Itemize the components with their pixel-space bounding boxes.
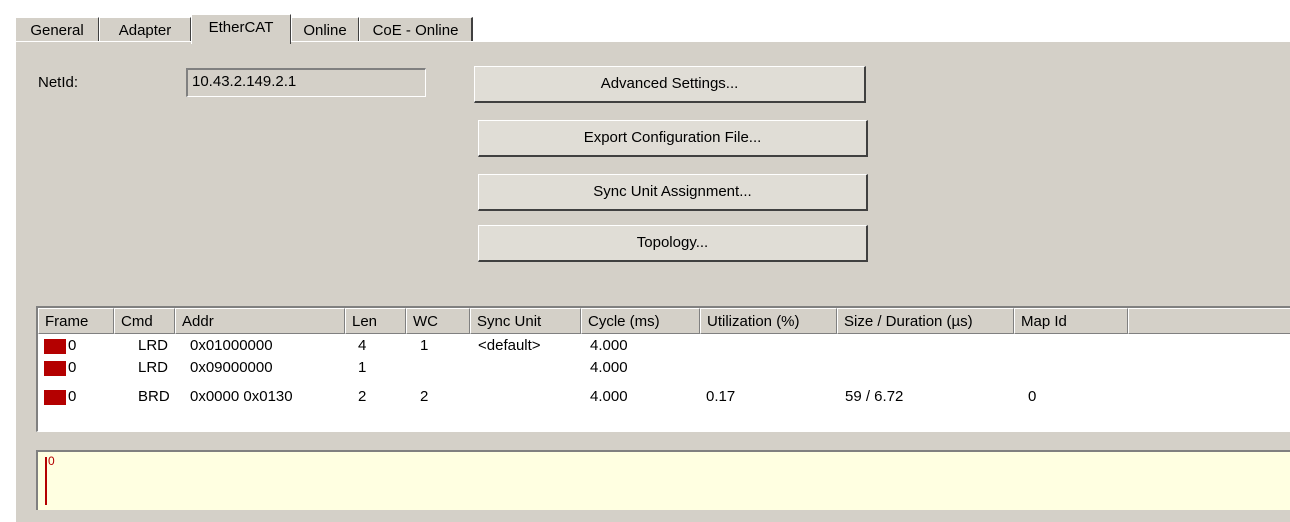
cell-len: 4 [358, 337, 367, 354]
cell-frame: 0 [68, 388, 77, 405]
cell-cycle: 4.000 [590, 388, 628, 405]
cell-cmd: LRD [138, 359, 169, 376]
col-header-cmd[interactable]: Cmd [114, 308, 175, 334]
cell-frame: 0 [68, 359, 77, 376]
table-row[interactable]: 0 LRD 0x09000000 1 4.000 [38, 357, 1290, 379]
cell-cmd: LRD [138, 337, 169, 354]
cell-wc: 2 [420, 388, 429, 405]
cell-len: 1 [358, 359, 367, 376]
frame-status-icon [44, 361, 66, 376]
col-header-frame[interactable]: Frame [38, 308, 114, 334]
cell-addr: 0x01000000 [190, 337, 273, 354]
col-header-filler [1128, 308, 1290, 334]
sync-unit-assignment-button[interactable]: Sync Unit Assignment... [478, 174, 868, 211]
tab-adapter[interactable]: Adapter [99, 17, 191, 42]
cell-addr: 0x0000 0x0130 [190, 388, 293, 405]
cell-size-duration: 59 / 6.72 [845, 388, 904, 405]
message-log[interactable]: 0 [36, 450, 1290, 510]
tab-coe-online[interactable]: CoE - Online [359, 17, 473, 42]
col-header-utilization[interactable]: Utilization (%) [700, 308, 837, 334]
frame-status-icon [44, 390, 66, 405]
cell-addr: 0x09000000 [190, 359, 273, 376]
cell-sync-unit: <default> [478, 337, 541, 354]
advanced-settings-button[interactable]: Advanced Settings... [474, 66, 866, 103]
topology-button[interactable]: Topology... [478, 225, 868, 262]
cell-utilization: 0.17 [706, 388, 736, 405]
col-header-map-id[interactable]: Map Id [1014, 308, 1128, 334]
table-row[interactable]: 0 BRD 0x0000 0x0130 2 2 4.000 0.17 59 / … [38, 386, 1290, 408]
tab-general[interactable]: General [15, 17, 99, 42]
col-header-size-duration[interactable]: Size / Duration (µs) [837, 308, 1014, 334]
log-text: 0 [48, 454, 55, 468]
netid-field[interactable]: 10.43.2.149.2.1 [186, 68, 426, 97]
log-marker [45, 457, 47, 505]
frame-status-icon [44, 339, 66, 354]
frames-table[interactable]: Frame Cmd Addr Len WC Sync Unit Cycle (m… [36, 306, 1290, 432]
col-header-addr[interactable]: Addr [175, 308, 345, 334]
cell-wc: 1 [420, 337, 429, 354]
export-configuration-button[interactable]: Export Configuration File... [478, 120, 868, 157]
tab-ethercat[interactable]: EtherCAT [191, 14, 291, 44]
netid-label: NetId: [38, 74, 79, 91]
cell-len: 2 [358, 388, 367, 405]
table-row[interactable]: 0 LRD 0x01000000 4 1 <default> 4.000 [38, 335, 1290, 357]
cell-frame: 0 [68, 337, 77, 354]
tab-online[interactable]: Online [291, 17, 359, 42]
cell-map-id: 0 [1028, 388, 1037, 405]
cell-cycle: 4.000 [590, 337, 628, 354]
col-header-len[interactable]: Len [345, 308, 406, 334]
col-header-wc[interactable]: WC [406, 308, 470, 334]
col-header-sync-unit[interactable]: Sync Unit [470, 308, 581, 334]
cell-cmd: BRD [138, 388, 170, 405]
cell-cycle: 4.000 [590, 359, 628, 376]
col-header-cycle[interactable]: Cycle (ms) [581, 308, 700, 334]
